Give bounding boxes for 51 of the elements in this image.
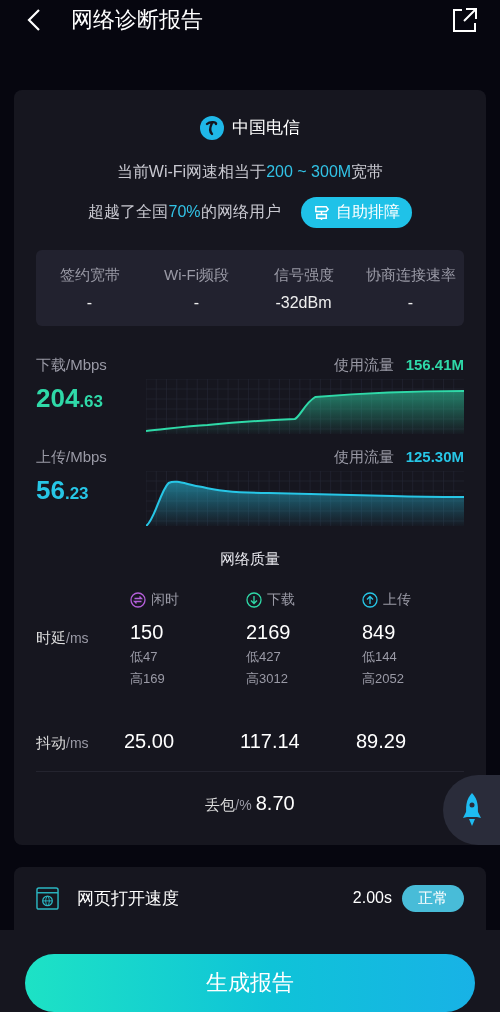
usage-value: 125.30M xyxy=(405,447,464,465)
rank-summary: 超越了全国70%的网络用户 xyxy=(88,201,281,222)
latency-high: 高2052 xyxy=(362,669,405,688)
usage-label: 使用流量 xyxy=(333,447,394,467)
jitter-value: 89.29 xyxy=(356,729,408,753)
throughput-label: 上传/Mbps xyxy=(36,447,108,467)
page-title: 网络诊断报告 xyxy=(71,5,204,34)
browser-icon xyxy=(36,886,59,910)
info-label: 签约宽带 xyxy=(59,265,120,285)
info-value: - xyxy=(193,293,200,312)
info-label: Wi-Fi频段 xyxy=(164,265,229,285)
info-value: -32dBm xyxy=(275,293,332,312)
throughput-label: 下载/Mbps xyxy=(36,355,108,375)
info-label: 协商连接速率 xyxy=(365,265,456,285)
generate-report-button[interactable]: 生成报告 xyxy=(25,954,475,1012)
column-label: 下载 xyxy=(267,590,295,609)
latency-value: 2169 xyxy=(246,620,292,644)
page-speed-label: 网页打开速度 xyxy=(77,887,180,910)
latency-low: 低427 xyxy=(246,647,282,666)
loss-value: 8.70 xyxy=(255,791,295,815)
latency-low: 低144 xyxy=(362,647,398,666)
latency-high: 高169 xyxy=(130,669,166,688)
provider-name: 中国电信 xyxy=(232,117,300,140)
jitter-value: 25.00 xyxy=(124,729,176,753)
usage-value: 156.41M xyxy=(405,355,464,373)
jitter-label: 抖动/ms xyxy=(36,732,90,753)
usage-label: 使用流量 xyxy=(333,355,394,375)
throughput-value: 204.63 xyxy=(36,382,105,414)
latency-low: 低47 xyxy=(130,647,159,666)
latency-value: 849 xyxy=(362,620,397,644)
status-badge: 正常 xyxy=(402,884,464,912)
latency-value: 150 xyxy=(130,620,165,644)
info-value: - xyxy=(86,293,93,312)
column-label: 上传 xyxy=(383,590,411,609)
telecom-logo-icon xyxy=(200,115,224,140)
speed-summary: 当前Wi-Fi网速相当于200 ~ 300M宽带 xyxy=(115,161,385,182)
latency-high: 高3012 xyxy=(246,669,289,688)
swap-icon xyxy=(130,591,146,608)
latency-label: 时延/ms xyxy=(36,627,90,648)
info-value: - xyxy=(407,293,414,312)
info-label: 信号强度 xyxy=(273,265,334,285)
page-speed-value: 2.00s xyxy=(352,889,392,908)
signpost-icon xyxy=(312,203,330,221)
back-icon[interactable] xyxy=(27,7,41,32)
column-label: 闲时 xyxy=(151,590,179,609)
jitter-value: 117.14 xyxy=(240,729,301,753)
self-help-button[interactable]: 自助排障 xyxy=(300,196,412,228)
loss-label: 丢包/% xyxy=(205,794,252,815)
share-icon[interactable] xyxy=(452,6,478,33)
throughput-value: 56.23 xyxy=(36,474,90,506)
quality-title: 网络质量 xyxy=(219,549,281,569)
